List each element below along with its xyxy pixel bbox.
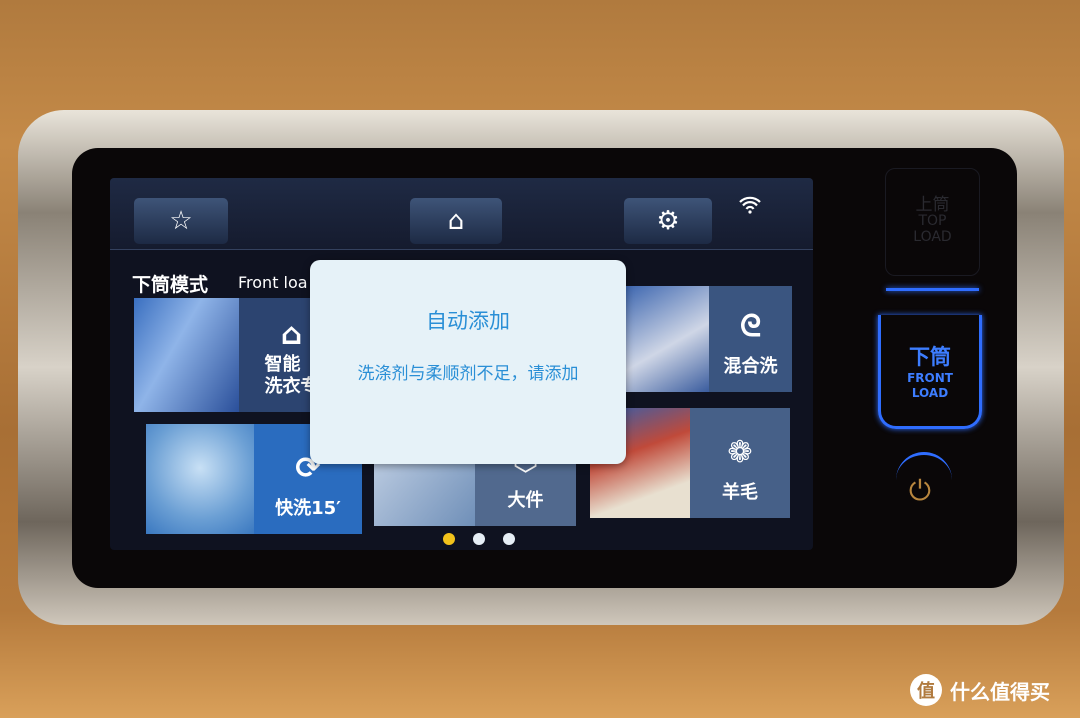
favorite-button[interactable]: ☆ [134,198,228,244]
tile-image [134,298,239,412]
watermark-logo: 值 [910,674,942,706]
watermark: 值 什么值得买 [910,674,1050,706]
tile-image [146,424,254,534]
gear-icon: ⚙ [656,206,680,236]
wool-icon: ❁ [727,435,753,470]
tile-label: 混合洗 [723,356,778,377]
alert-dialog[interactable]: 自动添加 洗涤剂与柔顺剂不足，请添加 [310,260,626,464]
front-load-button[interactable]: 下筒 FRONT LOAD [878,315,982,429]
dialog-title: 自动添加 [426,309,510,333]
indicator-bar [886,288,979,291]
power-icon: ⏻ [908,474,932,507]
front-load-en: FRONT [907,371,953,385]
mixed-wash-icon: ᘓ [739,309,762,344]
tile-label: 羊毛 [722,482,758,503]
watermark-text: 什么值得买 [950,679,1050,704]
mode-subtitle: Front loa [238,273,308,292]
top-load-button[interactable]: 上筒 TOP LOAD [885,168,980,276]
graduation-cap-icon: ⌂ [280,317,303,352]
top-load-en: LOAD [913,229,952,245]
page-indicator [443,533,515,545]
mode-title: 下筒模式 [132,274,209,296]
tile-mixed-wash[interactable]: ᘓ 混合洗 [626,286,792,392]
star-icon: ☆ [169,206,193,236]
top-load-label: 上筒 [915,195,950,215]
home-icon: ⌂ [447,206,465,236]
top-load-en: TOP [918,213,947,229]
settings-button[interactable]: ⚙ [624,198,712,244]
tile-image [626,286,709,392]
page-dot[interactable] [503,533,515,545]
page-dot-active[interactable] [443,533,455,545]
tile-label: 快洗15′ [275,498,341,519]
tile-label: 大件 [507,490,544,511]
top-bar: ☆ ⌂ ⚙ [110,178,813,250]
dialog-message: 洗涤剂与柔顺剂不足，请添加 [357,364,579,384]
front-load-en: LOAD [911,386,949,400]
wifi-icon [738,196,762,219]
home-button[interactable]: ⌂ [410,198,502,244]
power-button[interactable]: ⏻ [902,474,938,510]
page-dot[interactable] [473,533,485,545]
front-load-label: 下筒 [909,345,951,369]
